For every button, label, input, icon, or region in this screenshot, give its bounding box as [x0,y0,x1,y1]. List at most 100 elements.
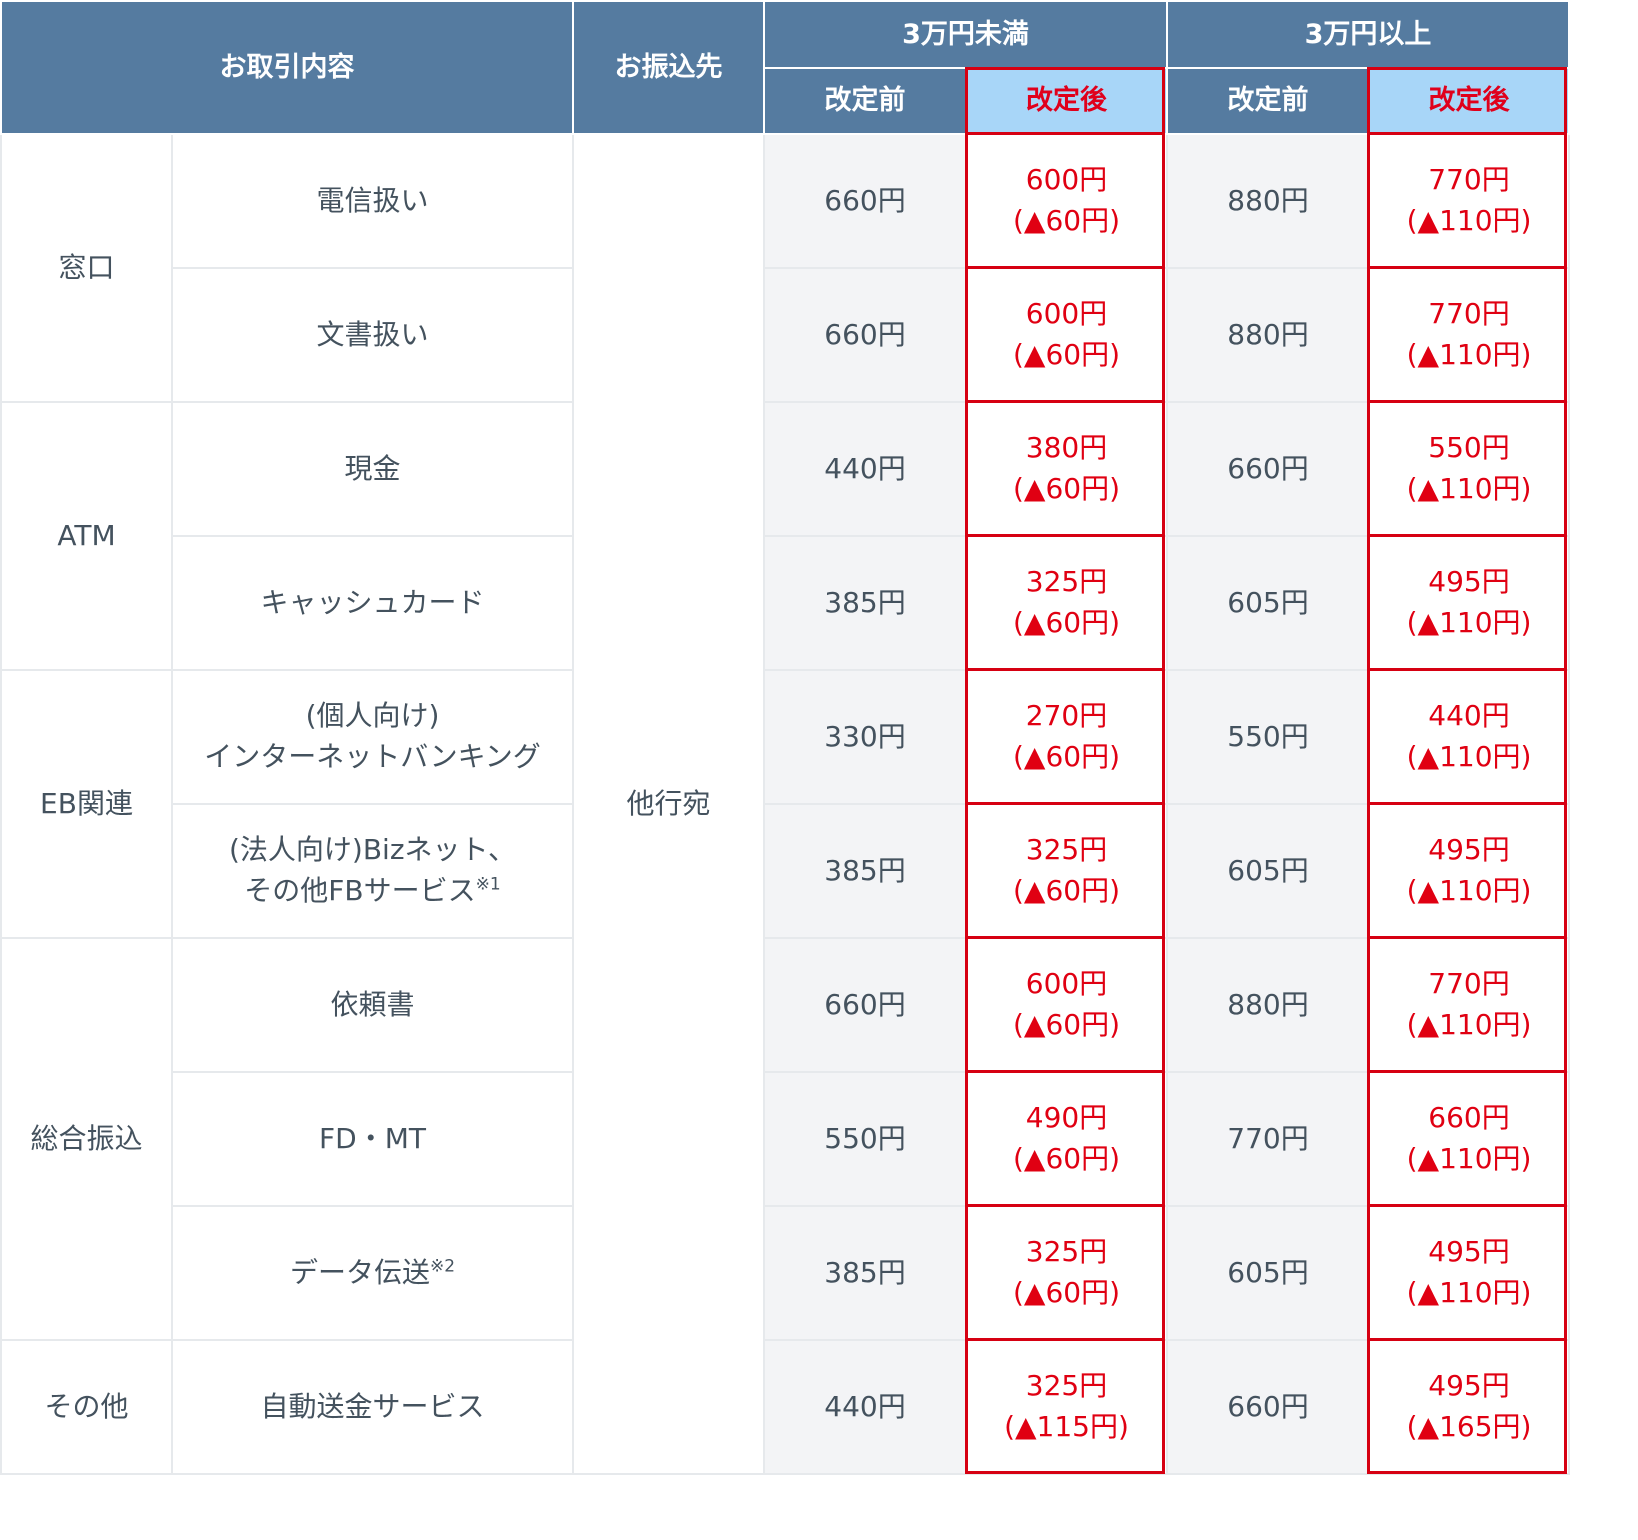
item-label-line: 依頼書 [173,985,572,1026]
table-row: 窓口 電信扱い 他行宛 660円 600円 (▲60円) 880円 770円 (▲110円) [0,133,1571,1475]
under-before-cell: 440円 [763,1339,967,1475]
item-label-line: インターネットバンキング [173,737,572,778]
under-after-cell-value: 325円 [1025,565,1108,599]
item-label: 現金 [344,451,401,485]
table-row: ATM 現金 440円 380円 (▲60円) 660円 550円 (▲110円) [0,401,1571,671]
under-after-cell: 325円 (▲115円) [964,1339,1169,1475]
header-transaction: お取引内容 [0,0,574,135]
under-before-cell-value: 385円 [824,853,906,887]
table-row: キャッシュカード 385円 325円 (▲60円) 605円 495円 (▲110円) [1,535,1571,671]
fee-table-body: 窓口 電信扱い 他行宛 660円 600円 (▲60円) 880円 770円 (▲110円) 文書… [0,133,1571,1475]
under-after-cell-value: (▲60円) [1013,204,1121,237]
category-cell: 総合振込 [0,937,173,1341]
fee-table-container: お取引内容 お振込先 3万円未満 3万円以上 改定前 改定後 改定前 改定後 窓… [0,0,1571,1475]
under-before-cell: 550円 [763,1071,967,1207]
over-before-cell-value: 880円 [1227,987,1309,1021]
header-over-before: 改定前 [1166,67,1371,135]
under-after-cell: 600円 (▲60円) [964,267,1169,403]
over-after-cell-value: 495円 [1428,1369,1510,1403]
over-before-cell: 605円 [1166,535,1371,671]
over-after-cell: 660円 (▲110円) [1368,1071,1571,1207]
item-cell: 文書扱い [171,267,574,403]
header-under-before: 改定前 [763,67,967,135]
under-before-cell-value: 660円 [824,183,906,217]
over-after-cell-value: 495円 [1428,565,1510,599]
item-cell: 依頼書 [171,937,574,1073]
under-after-cell: 325円 (▲60円) [964,535,1169,671]
item-cell: FD・MT [171,1071,574,1207]
header-over-after: 改定後 [1368,67,1571,135]
item-label: 電信扱い [316,183,429,217]
under-after-cell-value: (▲60円) [1013,740,1121,773]
over-after-cell: 770円 (▲110円) [1368,267,1571,403]
over-before-cell: 550円 [1166,669,1371,805]
over-after-cell-value: (▲110円) [1406,338,1532,371]
under-after-cell-value: (▲60円) [1013,874,1121,907]
item-label-line: (法人向け)Bizネット、 [173,830,572,871]
item-cell: 電信扱い [171,133,574,269]
over-after-cell-value: 495円 [1428,1235,1510,1269]
item-label: 自動送金サービス [260,1389,485,1423]
under-after-cell-value: (▲60円) [1013,1008,1121,1041]
transfer-fee-table: お取引内容 お振込先 3万円未満 3万円以上 改定前 改定後 改定前 改定後 窓… [0,0,1571,1475]
category-cell: ATM [0,401,173,671]
item-label: 文書扱い [316,317,429,351]
item-label-line: データ伝送※2 [173,1253,572,1294]
over-before-cell-value: 660円 [1227,1389,1309,1423]
table-row: (法人向け)Bizネット、 その他FBサービス※1 385円 325円 (▲60円) 60… [1,803,1571,939]
over-after-cell-value: (▲110円) [1406,1142,1532,1175]
item-label: 依頼書 [330,987,415,1021]
under-after-cell-value: 270円 [1025,699,1108,733]
item-cell: データ伝送※2 [171,1205,574,1341]
under-after-cell-value: (▲60円) [1013,606,1121,639]
item-label: FD・MT [319,1121,426,1155]
under-before-cell-value: 440円 [824,1389,906,1423]
over-after-cell-value: 770円 [1428,297,1510,331]
under-after-cell: 380円 (▲60円) [964,401,1169,537]
over-before-cell-value: 660円 [1227,451,1309,485]
item-label-line: 現金 [173,449,572,490]
over-after-cell-value: 440円 [1428,699,1510,733]
under-after-cell-value: 325円 [1025,1235,1108,1269]
item-label: その他FBサービス [244,874,476,907]
over-before-cell-value: 605円 [1227,853,1309,887]
under-after-cell-value: (▲60円) [1013,472,1121,505]
category-cell: 窓口 [0,133,173,403]
item-label-line: FD・MT [173,1119,572,1160]
item-label-line: その他FBサービス※1 [173,871,572,912]
over-before-cell: 660円 [1166,1339,1371,1475]
item-label-line: (個人向け) [173,696,572,737]
table-row: データ伝送※2 385円 325円 (▲60円) 605円 495円 (▲110円) [1,1205,1571,1341]
under-after-cell-value: 600円 [1025,163,1108,197]
under-before-cell: 385円 [763,535,967,671]
under-after-cell-value: 325円 [1025,833,1108,867]
header-under-30k: 3万円未満 [762,0,1169,69]
under-after-cell: 600円 (▲60円) [964,133,1169,269]
item-cell: 現金 [171,401,574,537]
over-after-cell-value: 660円 [1428,1101,1510,1135]
over-after-cell-value: (▲110円) [1406,204,1532,237]
under-before-cell-value: 660円 [824,987,906,1021]
category-cell: EB関連 [0,669,173,939]
over-after-cell: 770円 (▲110円) [1368,937,1571,1073]
over-after-cell: 495円 (▲110円) [1368,803,1571,939]
header-under-after: 改定後 [964,67,1169,135]
over-after-cell-value: 770円 [1428,163,1510,197]
over-after-cell: 550円 (▲110円) [1368,401,1571,537]
under-after-cell-value: 600円 [1025,297,1108,331]
under-after-cell-value: (▲60円) [1013,1142,1121,1175]
item-cell: キャッシュカード [171,535,574,671]
header-over-30k: 3万円以上 [1166,0,1571,69]
over-after-cell-value: 770円 [1428,967,1510,1001]
item-label: キャッシュカード [260,585,485,619]
under-after-cell-value: 325円 [1025,1369,1108,1403]
over-before-cell-value: 550円 [1227,719,1309,753]
over-before-cell-value: 770円 [1227,1121,1309,1155]
under-after-cell-value: 600円 [1025,967,1108,1001]
under-before-cell: 330円 [763,669,967,805]
under-before-cell: 385円 [763,803,967,939]
table-row: FD・MT 550円 490円 (▲60円) 770円 660円 (▲110円) [1,1071,1571,1207]
over-before-cell: 880円 [1166,267,1371,403]
over-after-cell-value: (▲110円) [1406,1008,1532,1041]
over-before-cell-value: 605円 [1227,1255,1309,1289]
